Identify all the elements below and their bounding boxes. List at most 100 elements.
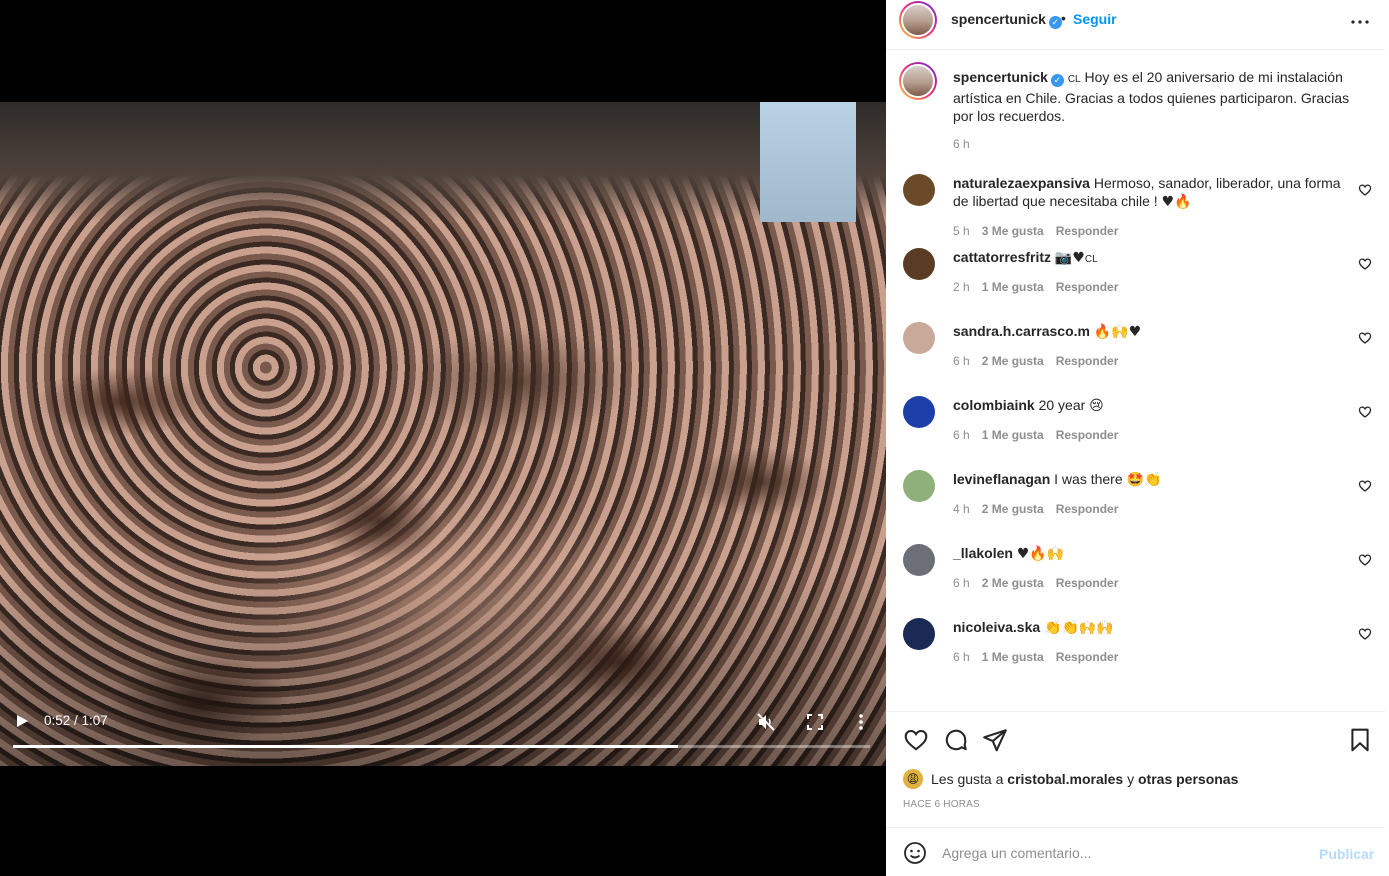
comment-like-heart-icon[interactable] — [1358, 183, 1372, 197]
comment-time[interactable]: 4 h — [953, 502, 970, 516]
comment-likes[interactable]: 2 Me gusta — [982, 576, 1044, 590]
mute-button[interactable] — [754, 710, 778, 734]
comment-time[interactable]: 5 h — [953, 224, 970, 238]
vertical-dots-icon — [859, 714, 863, 730]
comment-input[interactable] — [942, 840, 1302, 866]
comment-text: cattatorresfritz 📷♥CL — [953, 248, 1343, 269]
reply-button[interactable]: Responder — [1056, 224, 1119, 238]
comment-time[interactable]: 6 h — [953, 428, 970, 442]
video-player[interactable] — [0, 102, 886, 766]
comment-bubble-icon[interactable] — [943, 727, 969, 753]
add-comment-bar: Publicar — [886, 827, 1389, 876]
comment-text: levineflanagan I was there 🤩👏 — [953, 470, 1343, 489]
video-time: 0:52 / 1:07 — [44, 713, 108, 728]
comment-like-heart-icon[interactable] — [1358, 627, 1372, 641]
comment-meta: 6 h 1 Me gusta Responder — [953, 428, 1130, 442]
commenter-username[interactable]: sandra.h.carrasco.m — [953, 323, 1090, 339]
more-options-icon[interactable] — [1348, 8, 1372, 32]
commenter-username[interactable]: cattatorresfritz — [953, 249, 1051, 265]
comment-text: naturalezaexpansiva Hermoso, sanador, li… — [953, 174, 1343, 211]
commenter-username[interactable]: _llakolen — [953, 545, 1013, 561]
comment-like-heart-icon[interactable] — [1358, 479, 1372, 493]
save-bookmark-icon[interactable] — [1347, 727, 1373, 753]
video-progress-fill — [13, 745, 679, 748]
author-username-link[interactable]: spencertunick ✓ — [951, 11, 1062, 29]
comment-emoji: ♥🔥🙌 — [1016, 546, 1065, 562]
commenter-username[interactable]: levineflanagan — [953, 471, 1050, 487]
comment-likes[interactable]: 2 Me gusta — [982, 502, 1044, 516]
share-paper-plane-icon[interactable] — [982, 727, 1008, 753]
comment-time[interactable]: 6 h — [953, 650, 970, 664]
emoji-smile-icon[interactable] — [903, 841, 927, 865]
reply-button[interactable]: Responder — [1056, 576, 1119, 590]
reply-button[interactable]: Responder — [1056, 650, 1119, 664]
comment-likes[interactable]: 1 Me gusta — [982, 280, 1044, 294]
comment-like-heart-icon[interactable] — [1358, 405, 1372, 419]
commenter-avatar[interactable] — [903, 322, 935, 354]
commenter-username[interactable]: colombiaink — [953, 397, 1035, 413]
play-button[interactable] — [12, 711, 32, 731]
comment-likes[interactable]: 1 Me gusta — [982, 428, 1044, 442]
commenter-avatar[interactable] — [903, 470, 935, 502]
caption-username[interactable]: spencertunick — [953, 69, 1048, 85]
commenter-avatar[interactable] — [903, 174, 935, 206]
comment-body: 20 year — [1038, 397, 1086, 413]
comment-likes[interactable]: 2 Me gusta — [982, 354, 1044, 368]
comment-like-heart-icon[interactable] — [1358, 553, 1372, 567]
commenter-avatar[interactable] — [903, 248, 935, 280]
comment-likes[interactable]: 1 Me gusta — [982, 650, 1044, 664]
comment-body: I was there — [1054, 471, 1123, 487]
commenter-avatar[interactable] — [903, 396, 935, 428]
commenter-username[interactable]: nicoleiva.ska — [953, 619, 1040, 635]
comment-like-heart-icon[interactable] — [1358, 331, 1372, 345]
comment-time[interactable]: 6 h — [953, 576, 970, 590]
comment-text: nicoleiva.ska 👏👏🙌🙌 — [953, 618, 1343, 637]
reply-button[interactable]: Responder — [1056, 502, 1119, 516]
reply-button[interactable]: Responder — [1056, 280, 1119, 294]
publish-button[interactable]: Publicar — [1319, 846, 1374, 862]
comment-meta: 5 h 3 Me gusta Responder — [953, 224, 1130, 238]
liker-avatar: 😩 — [903, 769, 923, 789]
comment-meta: 6 h 2 Me gusta Responder — [953, 576, 1130, 590]
like-heart-icon[interactable] — [903, 727, 929, 753]
comment-time[interactable]: 2 h — [953, 280, 970, 294]
follow-button[interactable]: Seguir — [1073, 11, 1117, 27]
likes-summary[interactable]: 😩 Les gusta a cristobal.morales y otras … — [903, 769, 1238, 789]
comment-emoji: 🔥🙌♥ — [1093, 324, 1142, 340]
commenter-avatar[interactable] — [903, 618, 935, 650]
reply-button[interactable]: Responder — [1056, 354, 1119, 368]
comment-emoji: 😢 — [1089, 398, 1104, 414]
comment-time[interactable]: 6 h — [953, 354, 970, 368]
video-area[interactable]: 0:52 / 1:07 — [0, 0, 886, 876]
likes-others-link[interactable]: otras personas — [1138, 771, 1238, 787]
comment-likes[interactable]: 3 Me gusta — [982, 224, 1044, 238]
comment-emoji: 🤩👏 — [1126, 472, 1162, 488]
liker-username[interactable]: cristobal.morales — [1007, 771, 1123, 787]
comment-emoji: 👏👏🙌🙌 — [1044, 620, 1114, 636]
comment-meta: 2 h 1 Me gusta Responder — [953, 280, 1130, 294]
scrollbar[interactable] — [1385, 0, 1389, 876]
caption-time[interactable]: 6 h — [953, 137, 970, 151]
caption-avatar[interactable] — [899, 62, 937, 100]
comment-like-heart-icon[interactable] — [1358, 257, 1372, 271]
video-frame-image — [0, 102, 886, 766]
video-more-button[interactable] — [851, 710, 871, 734]
video-progress-bar[interactable] — [13, 745, 870, 748]
comment-meta: 4 h 2 Me gusta Responder — [953, 502, 1130, 516]
comment-meta: 6 h 2 Me gusta Responder — [953, 354, 1130, 368]
verified-badge-icon: ✓ — [1048, 16, 1062, 29]
author-avatar[interactable] — [899, 1, 937, 39]
posted-time[interactable]: HACE 6 HORAS — [903, 799, 980, 810]
likes-prefix: Les gusta a — [931, 771, 1004, 787]
fullscreen-icon — [807, 714, 823, 730]
commenter-username[interactable]: naturalezaexpansiva — [953, 175, 1090, 191]
fullscreen-button[interactable] — [803, 710, 827, 734]
post-header: spencertunick ✓ • Seguir — [886, 0, 1389, 50]
post-side-panel: spencertunick ✓ • Seguir spencertunick ✓ C… — [886, 0, 1389, 876]
reply-button[interactable]: Responder — [1056, 428, 1119, 442]
play-icon — [17, 715, 28, 727]
comments-list[interactable]: spencertunick ✓ CL Hoy es el 20 aniversar… — [886, 50, 1389, 711]
commenter-avatar[interactable] — [903, 544, 935, 576]
comment-text: _llakolen ♥🔥🙌 — [953, 544, 1343, 563]
comment-text: colombiaink 20 year 😢 — [953, 396, 1343, 415]
